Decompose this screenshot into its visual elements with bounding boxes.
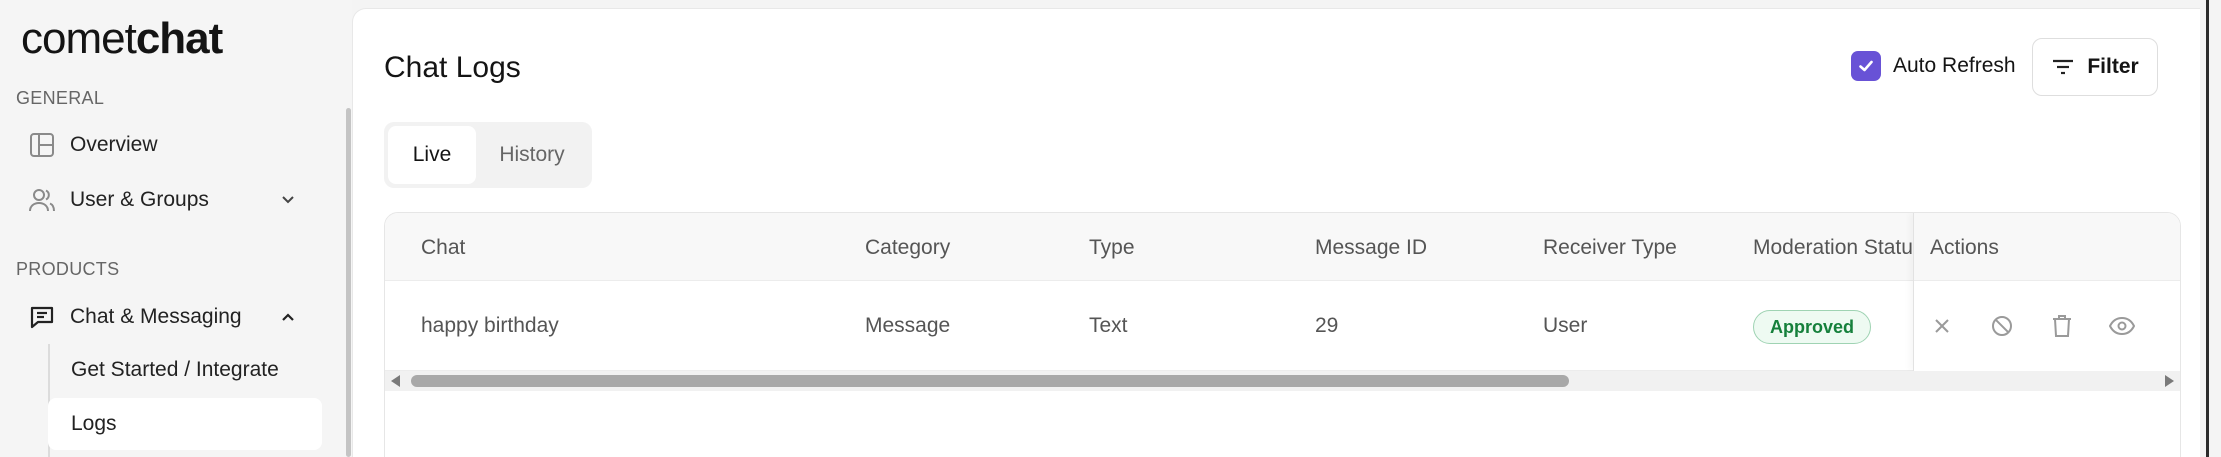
window-right-edge — [2200, 0, 2221, 457]
cell-chat: happy birthday — [421, 314, 559, 337]
column-header-category[interactable]: Category — [865, 236, 950, 260]
table-header: Chat Category Type Message ID Receiver T… — [385, 213, 2180, 281]
tab-group: Live History — [384, 122, 592, 188]
chevron-down-icon[interactable] — [278, 190, 298, 210]
status-badge: Approved — [1753, 310, 1872, 344]
chevron-up-icon[interactable] — [278, 307, 298, 327]
sidebar-subitem-logs[interactable]: Logs — [48, 398, 322, 450]
window-border — [2206, 0, 2209, 457]
actions-cell — [1914, 281, 2180, 371]
tab-live[interactable]: Live — [388, 126, 476, 184]
logo: cometchat — [21, 14, 223, 63]
sidebar-item-overview[interactable]: Overview — [16, 119, 322, 171]
main-panel: Chat Logs Auto Refresh Filter Live Histo… — [352, 8, 2200, 457]
table-horizontal-scrollbar[interactable] — [385, 371, 2180, 391]
block-icon[interactable] — [1988, 312, 2016, 340]
sidebar-item-label: User & Groups — [70, 188, 209, 211]
auto-refresh-checkbox[interactable] — [1851, 51, 1881, 81]
close-icon[interactable] — [1928, 312, 1956, 340]
column-header-message-id[interactable]: Message ID — [1315, 236, 1427, 260]
layout-icon — [28, 131, 56, 159]
logs-table: Chat Category Type Message ID Receiver T… — [384, 212, 2181, 457]
app-root: cometchat GENERAL Overview User & Groups… — [0, 0, 2221, 457]
actions-header-cell: Actions — [1914, 213, 2180, 281]
column-header-chat[interactable]: Chat — [421, 236, 465, 260]
column-header-moderation-status[interactable]: Moderation Status — [1753, 236, 1913, 260]
sidebar-subitem-get-started[interactable]: Get Started / Integrate — [48, 344, 322, 396]
sidebar-item-chat-messaging[interactable]: Chat & Messaging — [16, 291, 322, 343]
scroll-right-icon[interactable] — [2165, 375, 2174, 387]
cell-message-id: 29 — [1315, 314, 1339, 337]
page-title: Chat Logs — [384, 51, 521, 84]
sidebar-item-label: Overview — [70, 133, 158, 156]
actions-column: Actions — [1913, 213, 2180, 371]
sidebar: cometchat GENERAL Overview User & Groups… — [0, 0, 352, 457]
sidebar-item-label: Chat & Messaging — [70, 305, 242, 328]
horizontal-scrollbar-thumb[interactable] — [411, 375, 1569, 387]
cell-receiver-type: User — [1543, 314, 1588, 337]
chat-icon — [28, 303, 56, 331]
sidebar-scrollbar-thumb[interactable] — [346, 108, 351, 457]
column-header-receiver-type[interactable]: Receiver Type — [1543, 236, 1677, 260]
section-label-general: GENERAL — [16, 88, 105, 108]
column-header-type[interactable]: Type — [1089, 236, 1135, 260]
scroll-left-icon[interactable] — [391, 375, 400, 387]
filter-icon — [2051, 55, 2075, 79]
trash-icon[interactable] — [2048, 312, 2076, 340]
users-icon — [28, 186, 56, 214]
cell-category: Message — [865, 314, 951, 337]
sidebar-item-users-groups[interactable]: User & Groups — [16, 174, 322, 226]
filter-button-label: Filter — [2087, 55, 2139, 78]
tab-history[interactable]: History — [476, 126, 588, 184]
auto-refresh-toggle[interactable]: Auto Refresh — [1851, 51, 2016, 81]
check-icon — [1859, 60, 1873, 72]
eye-icon[interactable] — [2108, 312, 2136, 340]
auto-refresh-label: Auto Refresh — [1893, 54, 2016, 77]
table-row[interactable]: happy birthday Message Text 29 User Appr… — [385, 281, 2180, 371]
filter-button[interactable]: Filter — [2032, 38, 2158, 96]
section-label-products: PRODUCTS — [16, 259, 120, 279]
cell-type: Text — [1089, 314, 1128, 337]
column-header-actions: Actions — [1930, 236, 1999, 259]
